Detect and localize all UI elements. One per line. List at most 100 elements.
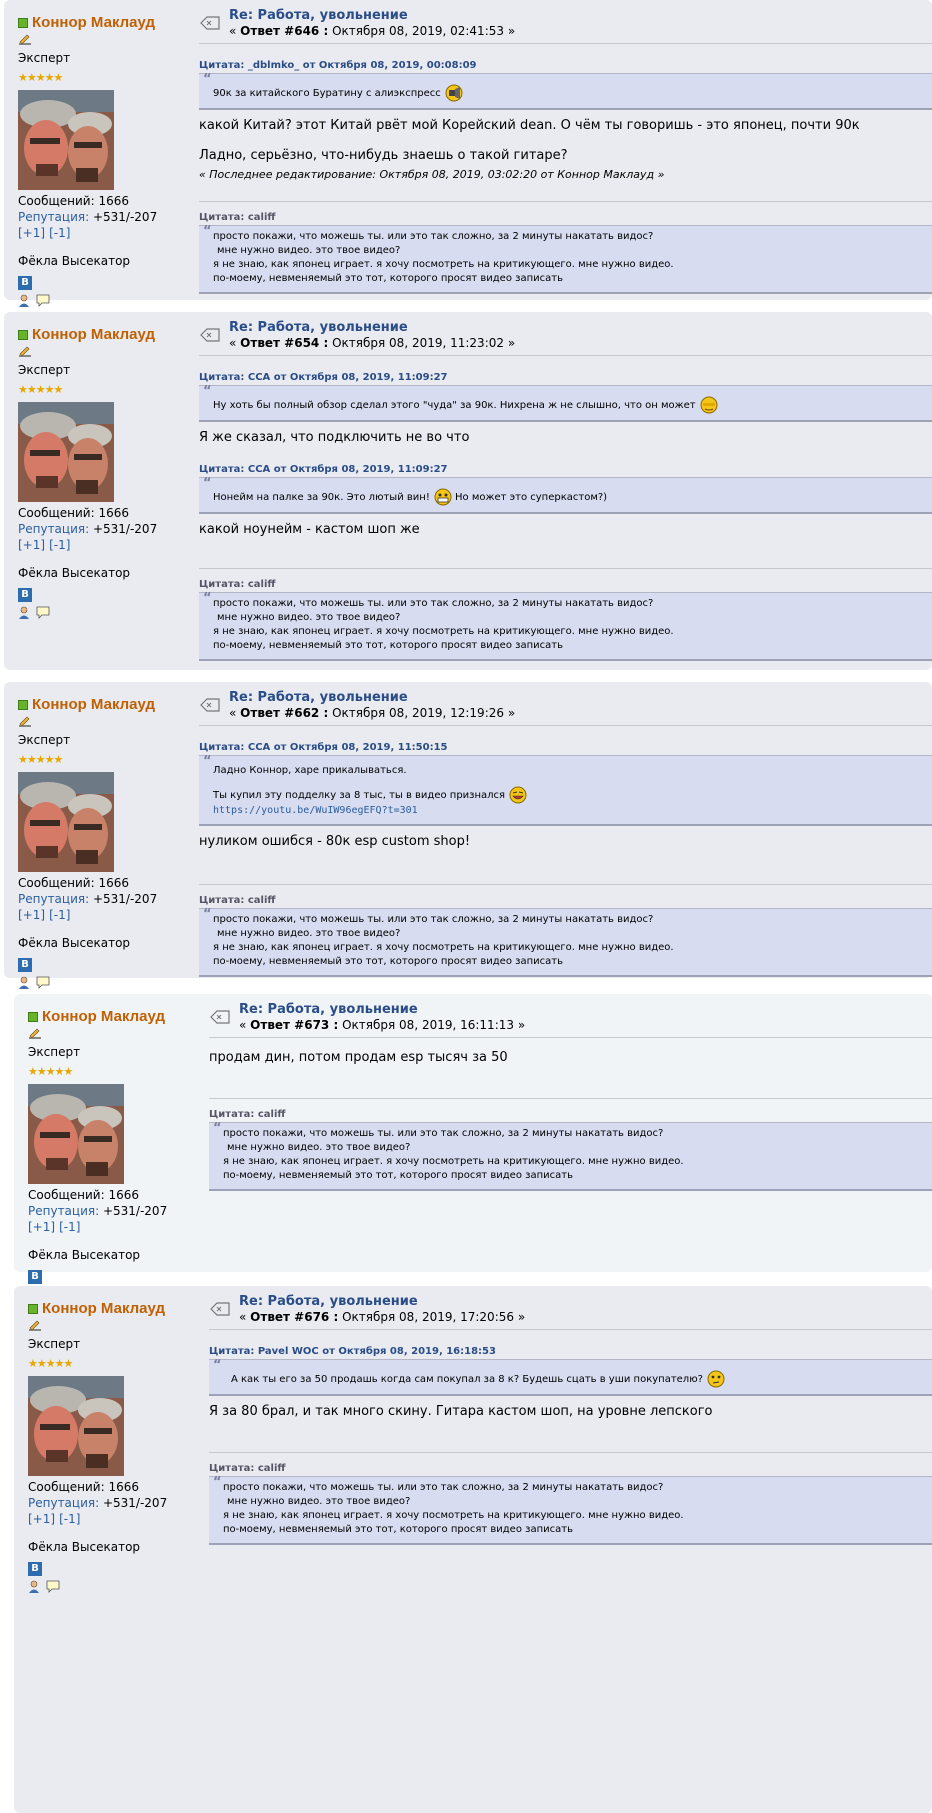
poster-info: Коннор Маклауд Эксперт ★★★★★ Сообщений: …: [18, 14, 188, 308]
vk-icon[interactable]: B: [18, 276, 32, 290]
profile-icon[interactable]: [18, 606, 32, 620]
online-status-icon: [28, 1011, 38, 1022]
profile-icon[interactable]: [18, 976, 32, 990]
custom-title: Фёкла Высекатор: [18, 254, 131, 268]
signature-line: я не знаю, как японец играет. я хочу пос…: [213, 259, 674, 270]
posts-count: Сообщений: 1666: [18, 876, 129, 890]
custom-title: Фёкла Высекатор: [18, 566, 131, 580]
profile-icon[interactable]: [18, 294, 32, 308]
quote-mark-icon: “: [203, 907, 212, 922]
reply-number-link[interactable]: Ответ #662 :: [240, 706, 328, 720]
signature-quote-header: Цитата: califf: [199, 210, 932, 226]
signature: Цитата: califf “ просто покажи, что може…: [199, 201, 932, 294]
post-text: продам дин, потом продам esp тысяч за 50: [209, 1050, 508, 1065]
avatar[interactable]: [18, 772, 114, 872]
pencil-icon: [19, 34, 31, 45]
avatar[interactable]: [28, 1376, 124, 1476]
message-icon[interactable]: [36, 606, 50, 620]
post-text: какой Китай? этот Китай рвёт мой Корейск…: [199, 118, 860, 133]
thread-posts: Коннор Маклауд Эксперт ★★★★★ Сообщений: …: [0, 0, 932, 1813]
post-content: Re: Работа, увольнение « Ответ #654 : Ок…: [199, 318, 932, 661]
quote-mark-icon: “: [203, 591, 212, 606]
signature-quote-header: Цитата: califf: [209, 1107, 932, 1123]
reply-number-link[interactable]: Ответ #673 :: [250, 1018, 338, 1032]
vk-icon[interactable]: B: [18, 958, 32, 972]
profile-icon[interactable]: [28, 1580, 42, 1594]
signature-line: просто покажи, что можешь ты. или это та…: [213, 914, 654, 925]
avatar[interactable]: [18, 90, 114, 190]
username-link[interactable]: Коннор Маклауд: [42, 1008, 165, 1025]
post-meta: « Ответ #662 : Октября 08, 2019, 12:19:2…: [229, 706, 516, 720]
post-subject-link[interactable]: Re: Работа, увольнение: [229, 690, 408, 705]
karma-plus-link[interactable]: [+1]: [28, 1512, 55, 1526]
karma-minus-link[interactable]: [-1]: [59, 1220, 80, 1234]
karma-minus-link[interactable]: [-1]: [49, 226, 70, 240]
last-edited-note: « Последнее редактирование: Октября 08, …: [199, 168, 665, 181]
karma-plus-link[interactable]: [+1]: [18, 908, 45, 922]
karma-minus-link[interactable]: [-1]: [59, 1512, 80, 1526]
signature-line: я не знаю, как японец играет. я хочу пос…: [223, 1156, 684, 1167]
rank-stars: ★★★★★: [18, 753, 63, 766]
quote-header[interactable]: Цитата: _dblmko_ от Октября 08, 2019, 00…: [199, 58, 932, 74]
username-link[interactable]: Коннор Маклауд: [32, 326, 155, 343]
avatar[interactable]: [28, 1084, 124, 1184]
youtube-link[interactable]: https://youtu.be/WuIW96egEFQ?t=301: [213, 805, 418, 816]
quote-mark-icon: “: [213, 1475, 222, 1490]
username-link[interactable]: Коннор Маклауд: [32, 696, 155, 713]
post-text: какой ноунейм - кастом шоп же: [199, 522, 420, 537]
signature-line: просто покажи, что можешь ты. или это та…: [223, 1128, 664, 1139]
reply-number-link[interactable]: Ответ #676 :: [250, 1310, 338, 1324]
poster-info: Коннор Маклауд Эксперт ★★★★★ Сообщений: …: [28, 1300, 198, 1594]
karma-plus-link[interactable]: [+1]: [18, 226, 45, 240]
quote-header[interactable]: Цитата: CCA от Октября 08, 2019, 11:50:1…: [199, 740, 932, 756]
post-subject-link[interactable]: Re: Работа, увольнение: [239, 1294, 418, 1309]
quote-mark-icon: “: [203, 384, 212, 399]
signature-line: мне нужно видео. это твое видео?: [227, 1496, 411, 1507]
user-rank: Эксперт: [28, 1045, 81, 1059]
karma-minus-link[interactable]: [-1]: [49, 538, 70, 552]
reply-number-link[interactable]: Ответ #654 :: [240, 336, 328, 350]
message-icon[interactable]: [46, 1580, 60, 1594]
signature-quote-body: “ просто покажи, что можешь ты. или это …: [209, 1122, 932, 1191]
post-text: Я за 80 брал, и так много скину. Гитара …: [209, 1404, 713, 1419]
poster-info: Коннор Маклауд Эксперт ★★★★★ Сообщений: …: [18, 696, 188, 990]
signature: Цитата: califf “ просто покажи, что може…: [199, 568, 932, 661]
vk-icon[interactable]: B: [28, 1270, 42, 1284]
karma-plus-link[interactable]: [+1]: [28, 1220, 55, 1234]
signature-quote-body: “ просто покажи, что можешь ты. или это …: [199, 907, 932, 977]
reputation-label: Репутация:: [18, 210, 90, 224]
post-content: Re: Работа, увольнение « Ответ #662 : Ок…: [199, 688, 932, 977]
post-subject-link[interactable]: Re: Работа, увольнение: [229, 8, 408, 23]
post-date: Октября 08, 2019, 11:23:02 »: [332, 336, 516, 350]
user-rank: Эксперт: [28, 1337, 81, 1351]
signature-quote-body: “ просто покажи, что можешь ты. или это …: [199, 591, 932, 661]
smiley-icon: [700, 396, 718, 414]
post-text: нуликом ошибся - 80к esp custom shop!: [199, 834, 471, 849]
username-link[interactable]: Коннор Маклауд: [42, 1300, 165, 1317]
quote-header[interactable]: Цитата: CCA от Октября 08, 2019, 11:09:2…: [199, 370, 932, 386]
reputation-value: +531/-207: [102, 1496, 168, 1510]
karma-minus-link[interactable]: [-1]: [49, 908, 70, 922]
signature-line: просто покажи, что можешь ты. или это та…: [223, 1482, 664, 1493]
message-icon[interactable]: [36, 294, 50, 308]
quote-header[interactable]: Цитата: CCA от Октября 08, 2019, 11:09:2…: [199, 462, 932, 478]
poster-info: Коннор Маклауд Эксперт ★★★★★ Сообщений: …: [18, 326, 188, 620]
quote-header[interactable]: Цитата: Pavel WOC от Октября 08, 2019, 1…: [209, 1344, 932, 1360]
reply-number-link[interactable]: Ответ #646 :: [240, 24, 328, 38]
quote-text: Ты купил эту подделку за 8 тыс, ты в вид…: [213, 790, 506, 801]
user-rank: Эксперт: [18, 733, 71, 747]
post-subject-link[interactable]: Re: Работа, увольнение: [239, 1002, 418, 1017]
online-status-icon: [28, 1303, 38, 1314]
avatar[interactable]: [18, 402, 114, 502]
karma-plus-link[interactable]: [+1]: [18, 538, 45, 552]
post-subject-link[interactable]: Re: Работа, увольнение: [229, 320, 408, 335]
message-icon[interactable]: [36, 976, 50, 990]
quote-mark-icon: “: [203, 224, 212, 239]
vk-icon[interactable]: B: [28, 1562, 42, 1576]
quote-mark-icon: “: [203, 754, 212, 769]
signature-line: по-моему, невменяемый это тот, которого …: [223, 1170, 573, 1181]
post-content: Re: Работа, увольнение « Ответ #673 : Ок…: [209, 1000, 932, 1191]
username-link[interactable]: Коннор Маклауд: [32, 14, 155, 31]
vk-icon[interactable]: B: [18, 588, 32, 602]
signature-quote-header: Цитата: califf: [209, 1461, 932, 1477]
